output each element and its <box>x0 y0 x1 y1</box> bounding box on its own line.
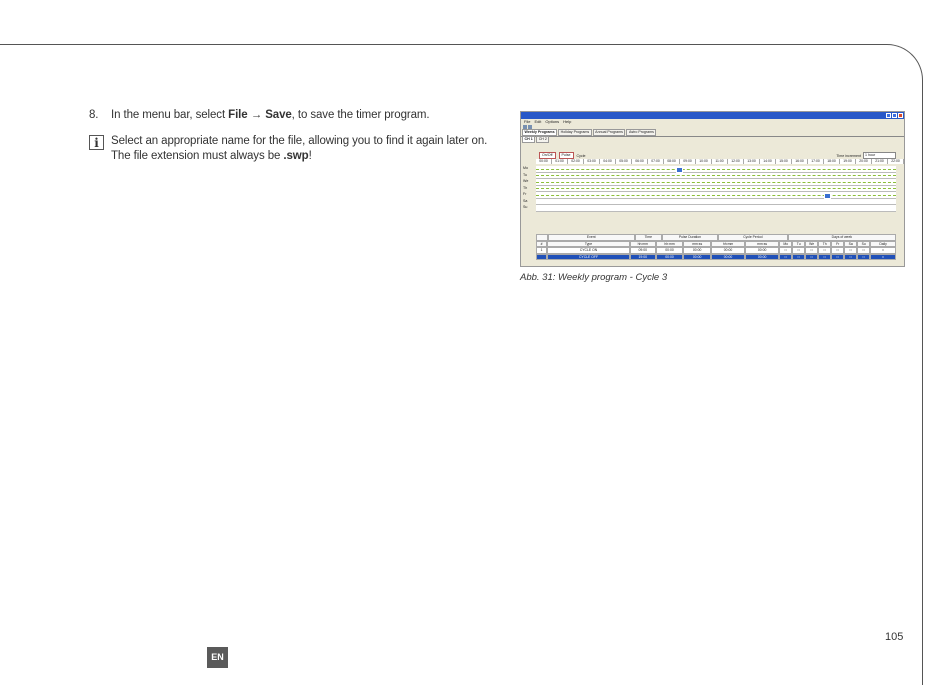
menu-options: Options <box>545 119 560 124</box>
language-badge: EN <box>207 647 228 668</box>
day-label: Mo <box>523 166 528 170</box>
weekly-program-screenshot: File Edit Options Help Weekly Programs H… <box>520 111 905 267</box>
day-checkbox: □ <box>779 253 793 260</box>
maximize-icon <box>892 113 897 118</box>
day-checkbox: □ <box>844 253 858 260</box>
tab-holiday-programs: Holiday Programs <box>558 129 592 136</box>
hour-label: 04:00 <box>600 159 616 164</box>
hour-label: 22:00 <box>888 159 904 164</box>
close-icon <box>898 113 903 118</box>
hour-label: 21:00 <box>872 159 888 164</box>
day-checkbox: □ <box>818 253 832 260</box>
hour-label: 07:00 <box>648 159 664 164</box>
table-cell: 00:00 <box>683 253 712 260</box>
hour-label: 20:00 <box>856 159 872 164</box>
hour-label: 15:00 <box>776 159 792 164</box>
event-table: Event Time Pulse Duration Cycle Period Days … <box>536 234 897 260</box>
table-cell: 00:00 <box>711 253 746 260</box>
arrow-icon: → <box>250 109 263 121</box>
note-line-2-suffix: ! <box>308 149 312 162</box>
tab-channel-2: CH 2 <box>536 136 550 143</box>
save-menu-term: Save <box>265 109 292 121</box>
hour-label: 14:00 <box>760 159 776 164</box>
hour-label: 18:00 <box>824 159 840 164</box>
hour-label: 09:00 <box>680 159 696 164</box>
menu-file: File <box>524 119 531 124</box>
note-line-2: The file extension must always be .swp! <box>111 149 487 164</box>
step-suffix: , to save the timer program. <box>291 109 430 121</box>
instruction-step: 8. In the menu bar, select File → Save, t… <box>89 109 430 121</box>
note-line-1: Select an appropriate name for the file,… <box>111 135 488 147</box>
time-increment: Time increment 1 hour <box>836 152 896 159</box>
cycle-label: Cycle <box>576 153 586 158</box>
hour-label: 05:00 <box>616 159 632 164</box>
note-line-2-prefix: The file extension must always be <box>111 149 284 162</box>
hour-label: 10:00 <box>696 159 712 164</box>
table-row: CYCLE OFF 19:00 00:00 00:00 00:00 00:00 □ □ □ □ □ □… <box>536 253 896 260</box>
figure-caption: Abb. 31: Weekly program - Cycle 3 <box>520 272 668 283</box>
tab-annual-programs: Annual Programs <box>592 129 626 136</box>
table-cell: 00:00 <box>745 253 780 260</box>
cycle-active-line <box>536 175 896 176</box>
table-cell <box>536 253 548 260</box>
hour-label: 02:00 <box>568 159 584 164</box>
minimize-icon <box>886 113 891 118</box>
info-note: Select an appropriate name for the file,… <box>111 134 487 163</box>
tab-astro-programs: Astro Programs <box>626 129 657 136</box>
step-prefix: In the menu bar, select <box>111 109 229 121</box>
menu-edit: Edit <box>534 119 542 124</box>
day-label: Fr <box>523 192 527 196</box>
hour-label: 16:00 <box>792 159 808 164</box>
day-checkbox: □ <box>805 253 819 260</box>
window-titlebar <box>521 112 904 119</box>
hour-label: 23:00 <box>904 159 905 164</box>
day-label: Su <box>523 205 528 209</box>
tab-channel-1: CH 1 <box>522 136 536 143</box>
day-label: We <box>523 179 529 183</box>
table-cell: CYCLE OFF <box>547 253 630 260</box>
hour-label: 11:00 <box>712 159 728 164</box>
table-cell: 00:00 <box>655 253 684 260</box>
hour-label: 17:00 <box>808 159 824 164</box>
step-number: 8. <box>89 109 99 121</box>
day-checkbox: □ <box>870 253 896 260</box>
mode-controls: On/Off Pulse Cycle <box>539 152 586 159</box>
pulse-button: Pulse <box>558 152 574 159</box>
hour-label: 03:00 <box>584 159 600 164</box>
day-row <box>536 205 896 212</box>
file-extension: .swp <box>283 149 309 162</box>
hours-header: 00:00 01:00 02:00 03:00 04:00 05:00 06:00 07:00… <box>536 159 905 164</box>
day-checkbox: □ <box>792 253 806 260</box>
day-checkbox: □ <box>857 253 871 260</box>
day-label: Sa <box>523 198 528 203</box>
table-cell: 19:00 <box>629 253 656 260</box>
hour-label: 08:00 <box>664 159 680 164</box>
cycle-off-marker <box>824 192 831 199</box>
page-number: 105 <box>885 631 904 643</box>
file-menu-term: File <box>228 109 248 121</box>
cycle-active-line <box>536 168 896 170</box>
cycle-active-line <box>536 181 896 183</box>
tab-weekly-programs: Weekly Programs <box>522 129 558 136</box>
time-increment-label: Time increment <box>836 153 861 158</box>
cycle-active-line <box>536 188 896 189</box>
day-label: Th <box>523 185 528 190</box>
hour-label: 01:00 <box>552 159 568 164</box>
cycle-active-line <box>536 194 896 196</box>
hour-label: 19:00 <box>840 159 856 164</box>
hour-label: 13:00 <box>744 159 760 164</box>
program-tabs: Weekly Programs Holiday Programs Annual … <box>521 129 904 137</box>
cycle-on-marker <box>676 166 683 173</box>
time-increment-select: 1 hour <box>863 152 896 159</box>
channel-tabs: CH 1 CH 2 <box>521 136 904 143</box>
onoff-button: On/Off <box>539 152 556 159</box>
menu-help: Help <box>563 119 572 124</box>
day-label: Tu <box>523 172 528 177</box>
hour-label: 12:00 <box>728 159 744 164</box>
hour-label: 06:00 <box>632 159 648 164</box>
hour-label: 00:00 <box>536 159 552 164</box>
day-checkbox: □ <box>831 253 845 260</box>
info-icon: i <box>89 135 104 150</box>
